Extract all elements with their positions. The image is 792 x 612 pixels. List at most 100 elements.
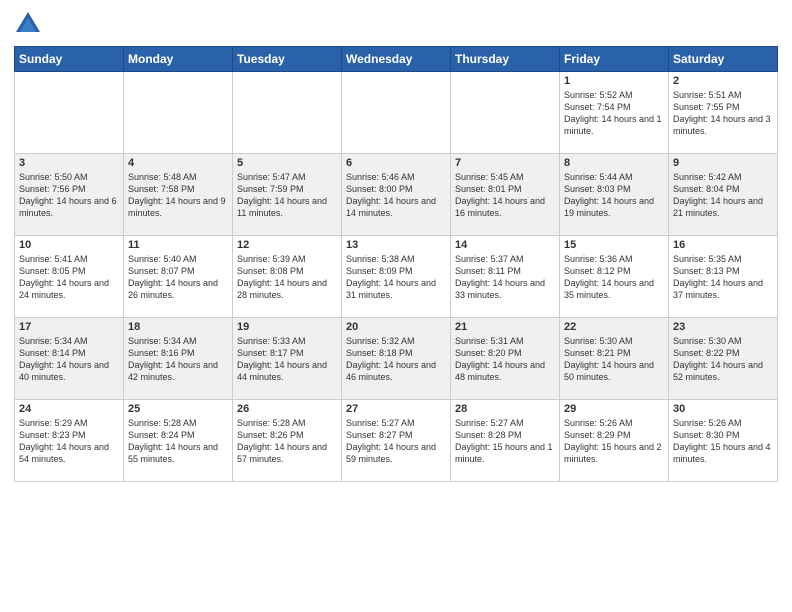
day-number: 16 (673, 239, 773, 251)
calendar-cell: 20 Sunrise: 5:32 AM Sunset: 8:18 PM Dayli… (342, 318, 451, 400)
day-number: 9 (673, 157, 773, 169)
day-number: 19 (237, 321, 337, 333)
day-number: 20 (346, 321, 446, 333)
calendar-cell: 19 Sunrise: 5:33 AM Sunset: 8:17 PM Dayli… (233, 318, 342, 400)
day-number: 30 (673, 403, 773, 415)
day-number: 22 (564, 321, 664, 333)
day-number: 14 (455, 239, 555, 251)
calendar-cell: 8 Sunrise: 5:44 AM Sunset: 8:03 PM Daylig… (560, 154, 669, 236)
calendar-cell: 26Sunrise: 5:28 AM Sunset: 8:26 PM Dayli… (233, 400, 342, 482)
weekday-row: SundayMondayTuesdayWednesdayThursdayFrid… (15, 47, 778, 72)
calendar-week-row: 24 Sunrise: 5:29 AM Sunset: 8:23 PM Dayli… (15, 400, 778, 482)
day-number: 27 (346, 403, 446, 415)
day-info: Sunrise: 5:51 AM Sunset: 7:55 PM Dayligh… (673, 89, 773, 138)
calendar-week-row: 3Sunrise: 5:50 AM Sunset: 7:56 PM Daylig… (15, 154, 778, 236)
day-info: Sunrise: 5:52 AM Sunset: 7:54 PM Dayligh… (564, 89, 664, 138)
day-number: 12 (237, 239, 337, 251)
weekday-header: Saturday (669, 47, 778, 72)
day-info: Sunrise: 5:33 AM Sunset: 8:17 PM Dayligh… (237, 335, 337, 384)
day-number: 7 (455, 157, 555, 169)
calendar-cell: 27Sunrise: 5:27 AM Sunset: 8:27 PM Dayli… (342, 400, 451, 482)
day-info: Sunrise: 5:26 AM Sunset: 8:30 PM Dayligh… (673, 417, 773, 466)
day-number: 8 (564, 157, 664, 169)
day-info: Sunrise: 5:29 AM Sunset: 8:23 PM Dayligh… (19, 417, 119, 466)
calendar-cell: 5Sunrise: 5:47 AM Sunset: 7:59 PM Daylig… (233, 154, 342, 236)
day-info: Sunrise: 5:37 AM Sunset: 8:11 PM Dayligh… (455, 253, 555, 302)
calendar-cell: 12Sunrise: 5:39 AM Sunset: 8:08 PM Dayli… (233, 236, 342, 318)
day-number: 18 (128, 321, 228, 333)
day-info: Sunrise: 5:48 AM Sunset: 7:58 PM Dayligh… (128, 171, 228, 220)
calendar-cell: 17 Sunrise: 5:34 AM Sunset: 8:14 PM Dayli… (15, 318, 124, 400)
day-info: Sunrise: 5:26 AM Sunset: 8:29 PM Dayligh… (564, 417, 664, 466)
day-number: 17 (19, 321, 119, 333)
day-info: Sunrise: 5:27 AM Sunset: 8:28 PM Dayligh… (455, 417, 555, 466)
day-info: Sunrise: 5:47 AM Sunset: 7:59 PM Dayligh… (237, 171, 337, 220)
day-info: Sunrise: 5:38 AM Sunset: 8:09 PM Dayligh… (346, 253, 446, 302)
day-number: 4 (128, 157, 228, 169)
weekday-header: Monday (124, 47, 233, 72)
calendar-cell (233, 72, 342, 154)
calendar-cell: 18 Sunrise: 5:34 AM Sunset: 8:16 PM Dayli… (124, 318, 233, 400)
calendar-cell (451, 72, 560, 154)
weekday-header: Thursday (451, 47, 560, 72)
logo (14, 10, 46, 38)
calendar-cell: 24 Sunrise: 5:29 AM Sunset: 8:23 PM Dayli… (15, 400, 124, 482)
calendar-week-row: 17 Sunrise: 5:34 AM Sunset: 8:14 PM Dayli… (15, 318, 778, 400)
logo-icon (14, 10, 42, 38)
calendar-cell: 9Sunrise: 5:42 AM Sunset: 8:04 PM Daylig… (669, 154, 778, 236)
calendar-cell: 22Sunrise: 5:30 AM Sunset: 8:21 PM Dayli… (560, 318, 669, 400)
calendar-header: SundayMondayTuesdayWednesdayThursdayFrid… (15, 47, 778, 72)
day-info: Sunrise: 5:28 AM Sunset: 8:24 PM Dayligh… (128, 417, 228, 466)
calendar-cell: 14 Sunrise: 5:37 AM Sunset: 8:11 PM Dayli… (451, 236, 560, 318)
calendar-cell (15, 72, 124, 154)
day-info: Sunrise: 5:32 AM Sunset: 8:18 PM Dayligh… (346, 335, 446, 384)
day-number: 24 (19, 403, 119, 415)
day-number: 1 (564, 75, 664, 87)
day-info: Sunrise: 5:31 AM Sunset: 8:20 PM Dayligh… (455, 335, 555, 384)
calendar-cell: 7 Sunrise: 5:45 AM Sunset: 8:01 PM Daylig… (451, 154, 560, 236)
calendar-table: SundayMondayTuesdayWednesdayThursdayFrid… (14, 46, 778, 482)
calendar-cell: 6 Sunrise: 5:46 AM Sunset: 8:00 PM Daylig… (342, 154, 451, 236)
header (14, 10, 778, 38)
day-number: 23 (673, 321, 773, 333)
calendar-cell (124, 72, 233, 154)
day-info: Sunrise: 5:44 AM Sunset: 8:03 PM Dayligh… (564, 171, 664, 220)
calendar-cell: 29 Sunrise: 5:26 AM Sunset: 8:29 PM Dayli… (560, 400, 669, 482)
day-info: Sunrise: 5:35 AM Sunset: 8:13 PM Dayligh… (673, 253, 773, 302)
day-number: 25 (128, 403, 228, 415)
day-info: Sunrise: 5:50 AM Sunset: 7:56 PM Dayligh… (19, 171, 119, 220)
day-number: 29 (564, 403, 664, 415)
day-info: Sunrise: 5:34 AM Sunset: 8:16 PM Dayligh… (128, 335, 228, 384)
calendar-cell: 16 Sunrise: 5:35 AM Sunset: 8:13 PM Dayli… (669, 236, 778, 318)
day-info: Sunrise: 5:46 AM Sunset: 8:00 PM Dayligh… (346, 171, 446, 220)
calendar-week-row: 10Sunrise: 5:41 AM Sunset: 8:05 PM Dayli… (15, 236, 778, 318)
day-info: Sunrise: 5:40 AM Sunset: 8:07 PM Dayligh… (128, 253, 228, 302)
calendar-cell: 13Sunrise: 5:38 AM Sunset: 8:09 PM Dayli… (342, 236, 451, 318)
day-number: 2 (673, 75, 773, 87)
calendar-cell: 4 Sunrise: 5:48 AM Sunset: 7:58 PM Daylig… (124, 154, 233, 236)
weekday-header: Tuesday (233, 47, 342, 72)
day-number: 28 (455, 403, 555, 415)
weekday-header: Wednesday (342, 47, 451, 72)
weekday-header: Friday (560, 47, 669, 72)
day-info: Sunrise: 5:34 AM Sunset: 8:14 PM Dayligh… (19, 335, 119, 384)
calendar-cell: 11Sunrise: 5:40 AM Sunset: 8:07 PM Dayli… (124, 236, 233, 318)
calendar-cell: 28 Sunrise: 5:27 AM Sunset: 8:28 PM Dayli… (451, 400, 560, 482)
calendar-cell (342, 72, 451, 154)
day-number: 21 (455, 321, 555, 333)
day-number: 6 (346, 157, 446, 169)
calendar-cell: 23 Sunrise: 5:30 AM Sunset: 8:22 PM Dayli… (669, 318, 778, 400)
calendar-cell: 10Sunrise: 5:41 AM Sunset: 8:05 PM Dayli… (15, 236, 124, 318)
calendar-cell: 30 Sunrise: 5:26 AM Sunset: 8:30 PM Dayli… (669, 400, 778, 482)
calendar-cell: 3Sunrise: 5:50 AM Sunset: 7:56 PM Daylig… (15, 154, 124, 236)
calendar-cell: 2 Sunrise: 5:51 AM Sunset: 7:55 PM Daylig… (669, 72, 778, 154)
page-container: SundayMondayTuesdayWednesdayThursdayFrid… (0, 0, 792, 612)
day-number: 10 (19, 239, 119, 251)
day-info: Sunrise: 5:36 AM Sunset: 8:12 PM Dayligh… (564, 253, 664, 302)
day-info: Sunrise: 5:45 AM Sunset: 8:01 PM Dayligh… (455, 171, 555, 220)
calendar-cell: 15Sunrise: 5:36 AM Sunset: 8:12 PM Dayli… (560, 236, 669, 318)
calendar-cell: 21 Sunrise: 5:31 AM Sunset: 8:20 PM Dayli… (451, 318, 560, 400)
day-info: Sunrise: 5:30 AM Sunset: 8:22 PM Dayligh… (673, 335, 773, 384)
day-number: 26 (237, 403, 337, 415)
weekday-header: Sunday (15, 47, 124, 72)
